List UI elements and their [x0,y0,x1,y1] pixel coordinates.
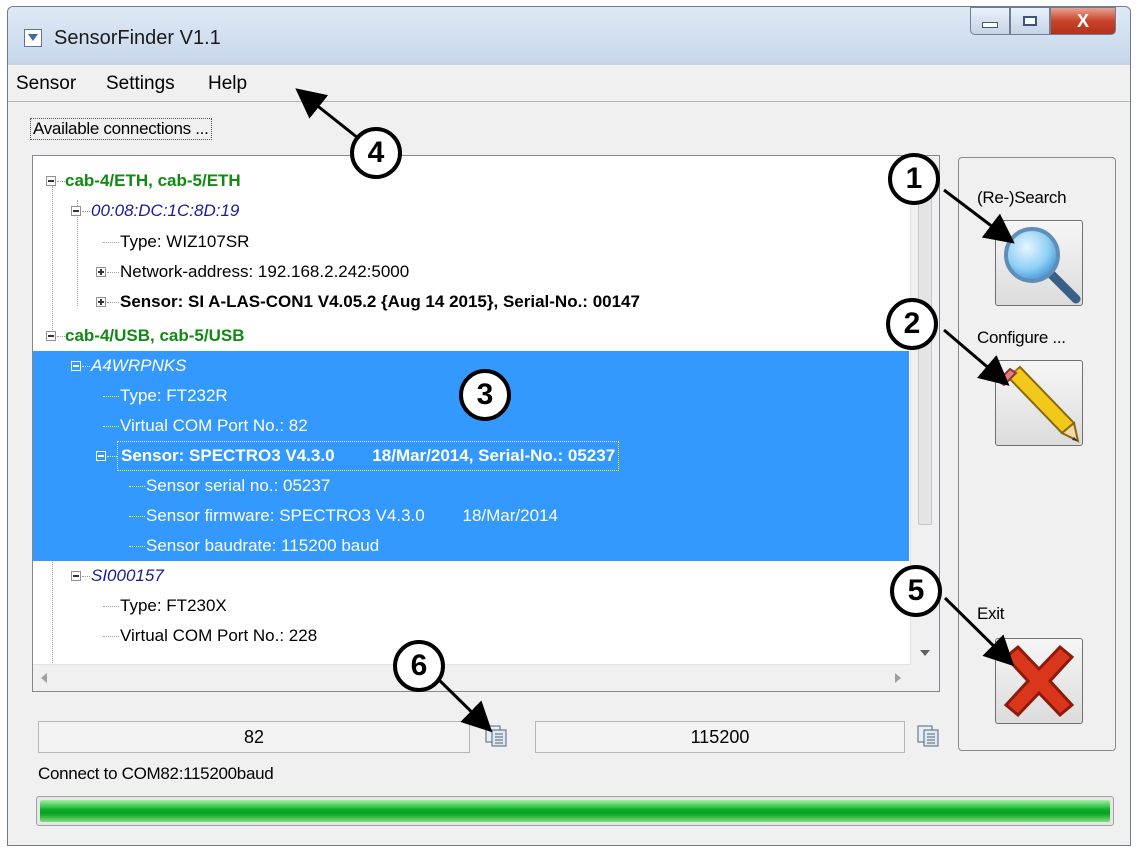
tree-node-type[interactable]: Type: WIZ107SR [33,227,909,257]
tree-node-firmware[interactable]: Sensor firmware: SPECTRO3 V4.3.0 18/Mar/… [33,501,909,531]
scroll-right-icon[interactable] [895,673,901,683]
tree-node-network-address[interactable]: Network-address: 192.168.2.242:5000 [33,257,909,287]
progress-fill [40,800,1110,822]
configure-button[interactable] [995,360,1083,446]
close-icon: X [1076,10,1089,31]
magnifier-icon [1004,227,1081,304]
menu-help[interactable]: Help [208,73,247,95]
maximize-button[interactable] [1010,7,1050,35]
tree-node-serial[interactable]: Sensor serial no.: 05237 [33,471,909,501]
tree-node-sensor-eth[interactable]: Sensor: SI A-LAS-CON1 V4.05.2 {Aug 14 20… [33,287,909,317]
tree-node-label: Type: WIZ107SR [120,232,250,251]
tree-node-label: Sensor baudrate: 115200 baud [146,536,380,555]
tree-node-label: cab-4/ETH, cab-5/ETH [65,171,241,190]
maximize-icon [1023,16,1037,26]
app-icon[interactable] [24,29,42,47]
copy-com-port-button[interactable] [485,725,507,747]
scrollbar-thumb[interactable] [918,180,932,525]
baudrate-field[interactable]: 115200 [535,721,905,753]
tree-node-label: cab-4/USB, cab-5/USB [65,326,245,345]
collapse-icon[interactable] [71,361,81,371]
menu-sensor[interactable]: Sensor [16,73,76,95]
collapse-icon[interactable] [71,571,81,581]
pencil-icon [996,365,1080,443]
tree-node-label: Network-address: 192.168.2.242:5000 [120,262,410,281]
tree-node-group-eth[interactable]: cab-4/ETH, cab-5/ETH [33,166,909,196]
callout-4: 4 [350,127,402,179]
minimize-icon [982,22,998,28]
horizontal-scrollbar[interactable] [33,664,911,691]
tree-node-label: 00:08:DC:1C:8D:19 [91,201,240,220]
connection-progress-bar [36,796,1114,826]
close-button[interactable]: X [1050,7,1116,35]
expand-icon[interactable] [96,297,106,307]
menu-bar: Sensor Settings Help [8,65,1130,102]
exit-label: Exit [977,604,1005,623]
menu-settings[interactable]: Settings [106,73,175,95]
tree-node-type[interactable]: Type: FT230X [33,591,909,621]
available-connections-label: Available connections ... [30,118,212,140]
tree-node-group-usb[interactable]: cab-4/USB, cab-5/USB [33,321,909,351]
collapse-icon[interactable] [46,176,56,186]
tree-node-device-eth[interactable]: 00:08:DC:1C:8D:19 [33,196,909,226]
collapse-icon[interactable] [46,331,56,341]
search-button[interactable] [995,220,1083,306]
status-text: Connect to COM82:115200baud [38,764,274,783]
window-controls: X [970,7,1116,37]
copy-baudrate-button[interactable] [917,725,939,747]
search-label: (Re-)Search [977,188,1067,207]
tree-node-baudrate[interactable]: Sensor baudrate: 115200 baud [33,531,909,561]
tree-node-label: Virtual COM Port No.: 82 [120,416,308,435]
scrollbar-corner [911,665,939,691]
tree-node-label: Sensor: SPECTRO3 V4.3.0 18/Mar/2014, Ser… [117,441,620,471]
copy-icon [917,725,939,747]
minimize-button[interactable] [970,7,1010,35]
tree-node-label: Sensor firmware: SPECTRO3 V4.3.0 18/Mar/… [146,506,558,525]
exit-button[interactable] [995,638,1083,724]
collapse-icon[interactable] [96,451,106,461]
tree-node-sensor-spectro3[interactable]: Sensor: SPECTRO3 V4.3.0 18/Mar/2014, Ser… [33,441,909,471]
expand-icon[interactable] [96,267,106,277]
callout-1: 1 [888,153,940,205]
scroll-down-icon[interactable] [920,650,930,656]
tree-node-label: SI000157 [91,566,164,585]
copy-icon [485,725,507,747]
exit-x-icon [1003,644,1075,718]
action-panel: (Re-)Search Configure ... Exit [958,157,1116,751]
tree-node-label: Sensor: SI A-LAS-CON1 V4.05.2 {Aug 14 20… [120,292,640,311]
tree-node-device-si000157[interactable]: SI000157 [33,561,909,591]
tree-node-label: Type: FT230X [120,596,227,615]
window-title: SensorFinder V1.1 [54,27,221,49]
scroll-left-icon[interactable] [41,673,47,683]
com-port-field[interactable]: 82 [38,721,470,753]
connections-tree[interactable]: cab-4/ETH, cab-5/ETH 00:08:DC:1C:8D:19 T… [32,155,940,692]
title-bar[interactable]: SensorFinder V1.1 X [8,7,1130,65]
callout-2: 2 [886,298,938,350]
tree-node-label: Type: FT232R [120,386,228,405]
tree-node-com-port[interactable]: Virtual COM Port No.: 228 [33,621,909,651]
tree-node-label: A4WRPNKS [91,356,187,375]
tree-node-label: Sensor serial no.: 05237 [146,476,331,495]
callout-5: 5 [890,565,942,617]
callout-6: 6 [393,640,445,692]
configure-label: Configure ... [977,328,1066,347]
tree-node-label: Virtual COM Port No.: 228 [120,626,318,645]
collapse-icon[interactable] [71,206,81,216]
callout-3: 3 [459,369,511,421]
